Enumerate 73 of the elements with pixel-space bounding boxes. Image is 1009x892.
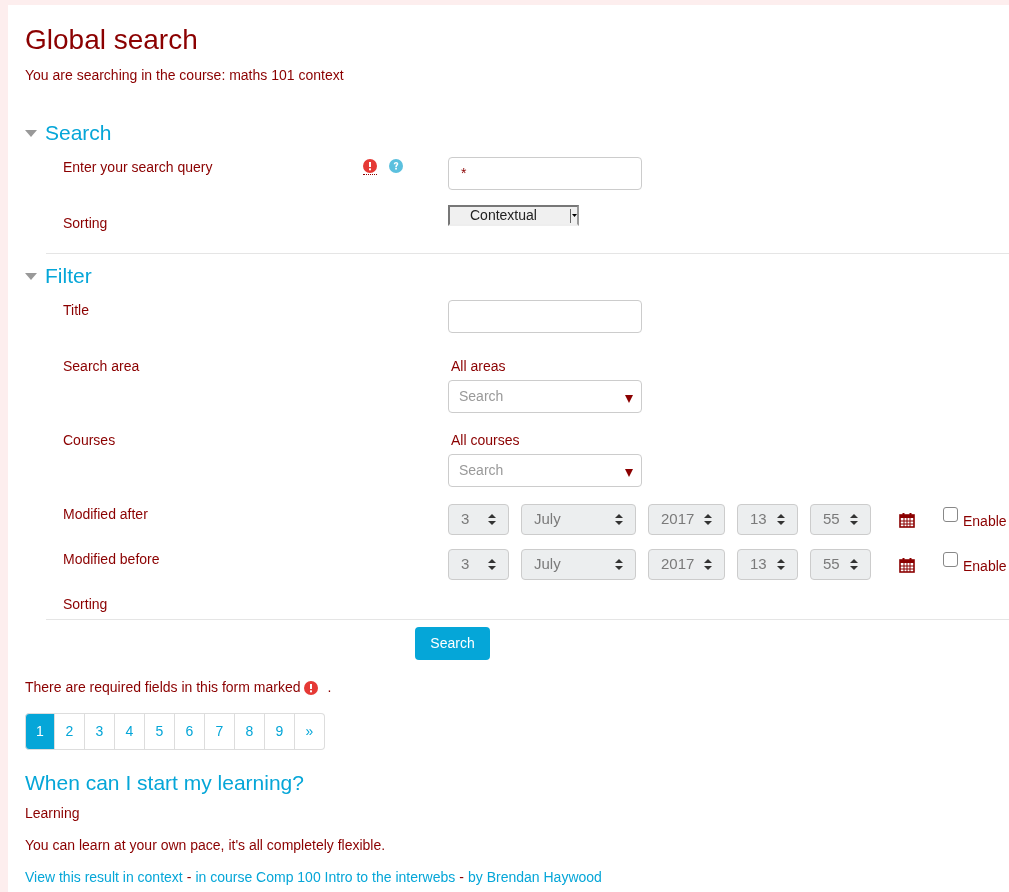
help-icon[interactable]: [389, 159, 403, 173]
autocomplete-field[interactable]: Search: [448, 380, 642, 413]
sort-arrows-icon: [850, 514, 858, 525]
dropdown-select[interactable]: 55: [810, 504, 871, 535]
page-link[interactable]: 2: [55, 713, 85, 750]
link-separator: -: [186, 868, 192, 887]
sort-arrows-icon: [615, 559, 623, 570]
text-input[interactable]: [448, 300, 642, 333]
enable-checkbox[interactable]: [943, 507, 958, 522]
field-label: Search area: [63, 357, 141, 376]
collapse-caret-icon[interactable]: [25, 272, 37, 280]
required-note: There are required fields in this form marked: [25, 678, 301, 697]
selection-label: All courses: [450, 431, 521, 450]
dropdown-select[interactable]: 13: [737, 504, 798, 535]
page-link[interactable]: 6: [175, 713, 205, 750]
dropdown-select[interactable]: 55: [810, 549, 871, 580]
sort-arrows-icon: [488, 514, 496, 525]
sorting-select[interactable]: Contextual: [448, 205, 579, 226]
autocomplete-field[interactable]: Search: [448, 454, 642, 487]
text-input[interactable]: *: [448, 157, 642, 190]
selection-label: All areas: [450, 357, 507, 376]
page-link[interactable]: 7: [205, 713, 235, 750]
dropdown-select[interactable]: 2017: [648, 504, 725, 535]
result-description: You can learn at your own pace, it's all completely flexible.: [25, 836, 387, 855]
result-heading[interactable]: When can I start my learning?: [25, 770, 1009, 796]
context-note: You are searching in the course: maths 101 context: [25, 66, 345, 85]
link-separator: -: [459, 868, 464, 887]
dropdown-select[interactable]: 13: [737, 549, 798, 580]
page-link[interactable]: 4: [115, 713, 145, 750]
page-link[interactable]: 8: [235, 713, 265, 750]
enable-label: Enable: [963, 512, 1007, 531]
field-label: Modified before: [63, 550, 161, 569]
enable-checkbox[interactable]: [943, 552, 958, 567]
dropdown-select[interactable]: July: [521, 504, 636, 535]
required-icon: [304, 680, 319, 695]
field-label: Enter your search query: [63, 158, 214, 177]
calendar-icon[interactable]: [899, 511, 915, 528]
page-link[interactable]: »: [295, 713, 325, 750]
dropdown-select[interactable]: 3: [448, 504, 509, 535]
page-link[interactable]: 9: [265, 713, 295, 750]
dropdown-select[interactable]: 2017: [648, 549, 725, 580]
page-link[interactable]: 1: [25, 713, 55, 750]
page-link[interactable]: 5: [145, 713, 175, 750]
sort-arrows-icon: [850, 559, 858, 570]
section-heading[interactable]: Search: [45, 119, 112, 147]
section-heading[interactable]: Filter: [45, 262, 92, 290]
required-note-period: .: [327, 678, 332, 697]
enable-label: Enable: [963, 557, 1007, 576]
sort-arrows-icon: [488, 559, 496, 570]
caret-icon: [571, 214, 577, 217]
dropdown-arrow-icon: [625, 394, 633, 403]
sort-arrows-icon: [777, 559, 785, 570]
dropdown-select[interactable]: 3: [448, 549, 509, 580]
field-label: Title: [63, 301, 90, 320]
field-label: Courses: [63, 431, 117, 450]
page-title: Global search: [25, 24, 199, 56]
sort-arrows-icon: [615, 514, 623, 525]
result-link[interactable]: View this result in context: [25, 867, 183, 888]
field-label: Sorting: [63, 214, 109, 233]
sort-arrows-icon: [704, 559, 712, 570]
page-link[interactable]: 3: [85, 713, 115, 750]
search-button[interactable]: Search: [415, 627, 490, 660]
calendar-icon[interactable]: [899, 556, 915, 573]
field-label: Sorting: [63, 595, 109, 614]
result-link[interactable]: in course Comp 100 Intro to the interwebs: [195, 867, 456, 888]
result-link[interactable]: by Brendan Haywood: [468, 867, 602, 888]
field-label: Modified after: [63, 505, 149, 524]
sort-arrows-icon: [704, 514, 712, 525]
result-type: Learning: [25, 804, 81, 823]
sort-arrows-icon: [777, 514, 785, 525]
dropdown-select[interactable]: July: [521, 549, 636, 580]
collapse-caret-icon[interactable]: [25, 129, 37, 137]
dropdown-arrow-icon: [625, 468, 633, 477]
